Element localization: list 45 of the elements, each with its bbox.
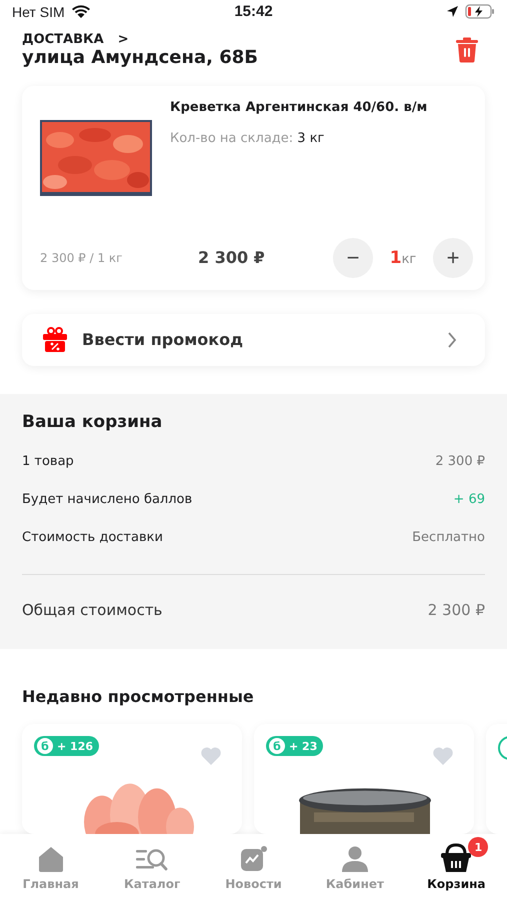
gift-icon [42, 326, 68, 353]
trash-icon[interactable] [455, 36, 479, 63]
summary-label: 1 товар [22, 454, 74, 468]
bonus-badge: б + 126 [34, 736, 100, 756]
tab[interactable]: Главная [0, 834, 102, 900]
unit-price: 2 300 ₽ / 1 кг [40, 250, 124, 265]
total-label: Общая стоимость [22, 601, 162, 619]
promo-code-button[interactable]: Ввести промокод [22, 314, 485, 366]
tab[interactable]: Каталог [101, 834, 203, 900]
count-badge: 1 [468, 837, 488, 857]
product-card[interactable]: б + 126 [22, 724, 242, 834]
chevron-right-icon [447, 332, 457, 348]
summary-label: Будет начислено баллов [22, 492, 192, 506]
tab[interactable]: Кабинет [304, 834, 406, 900]
home-icon [36, 845, 65, 873]
summary-title: Ваша корзина [22, 412, 164, 432]
section-title: Недавно просмотренные [21, 686, 255, 706]
news-chart-icon [240, 845, 268, 873]
product-card[interactable]: б + 23 [254, 724, 474, 834]
increase-button[interactable]: + [433, 238, 473, 278]
basket-icon [440, 843, 472, 873]
delivery-link[interactable]: ДОСТАВКА > [22, 32, 129, 47]
quantity: 1кг [388, 248, 418, 268]
wifi-icon [70, 4, 91, 20]
product-name: Креветка Аргентинская 40/60. в/м [170, 100, 428, 115]
tab[interactable]: 1 Корзина [406, 834, 507, 900]
bonus-badge: б + 23 [266, 736, 324, 756]
heart-icon[interactable] [200, 746, 222, 766]
profile-icon [340, 845, 369, 873]
summary-value: + 69 [453, 492, 485, 506]
summary-label: Стоимость доставки [22, 530, 163, 544]
item-total: 2 300 ₽ [198, 248, 266, 268]
summary-value: Бесплатно [412, 530, 485, 544]
heart-icon[interactable] [432, 746, 454, 766]
total-value: 2 300 ₽ [428, 601, 485, 619]
battery-icon [465, 4, 495, 20]
stock-info: Кол-во на складе: 3 кг [170, 130, 326, 146]
carrier: Нет SIM [12, 4, 65, 20]
catalog-search-icon [135, 847, 170, 873]
clock: 15:42 [234, 3, 273, 20]
summary-value: 2 300 ₽ [435, 454, 485, 468]
decrease-button[interactable]: − [333, 238, 373, 278]
location-arrow-icon [446, 5, 459, 18]
tab[interactable]: Новости [202, 834, 304, 900]
delivery-address: улица Амундсена, 68Б [22, 46, 258, 68]
